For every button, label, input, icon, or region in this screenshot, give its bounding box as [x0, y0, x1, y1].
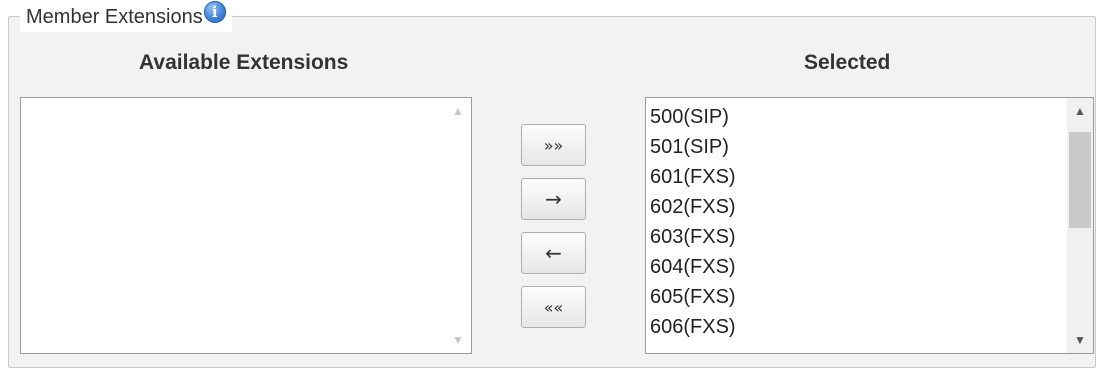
list-item[interactable]: 605(FXS): [650, 282, 736, 312]
list-item[interactable]: 501(SIP): [650, 132, 736, 162]
available-extensions-listbox[interactable]: ▲ ▼: [20, 97, 472, 354]
list-item[interactable]: 602(FXS): [650, 192, 736, 222]
add-selected-button[interactable]: →: [521, 178, 586, 220]
scroll-thumb[interactable]: [1069, 132, 1091, 228]
remove-all-button[interactable]: ««: [521, 286, 586, 328]
available-extensions-title: Available Extensions: [139, 51, 349, 74]
selected-title: Selected: [804, 51, 891, 74]
selected-options: 500(SIP) 501(SIP) 601(FXS) 602(FXS) 603(…: [650, 102, 736, 342]
list-item[interactable]: 606(FXS): [650, 312, 736, 342]
scroll-up-icon[interactable]: ▲: [1067, 100, 1093, 122]
scroll-down-icon[interactable]: ▼: [1067, 329, 1093, 351]
list-item[interactable]: 603(FXS): [650, 222, 736, 252]
list-item[interactable]: 601(FXS): [650, 162, 736, 192]
available-scrollbar[interactable]: ▲ ▼: [445, 98, 471, 353]
list-item[interactable]: 500(SIP): [650, 102, 736, 132]
remove-selected-button[interactable]: ←: [521, 232, 586, 274]
scroll-down-icon[interactable]: ▼: [445, 329, 471, 351]
member-extensions-legend: Member Extensions i: [20, 1, 232, 32]
legend-label: Member Extensions: [26, 5, 203, 28]
selected-scrollbar[interactable]: ▲ ▼: [1067, 98, 1093, 353]
info-icon[interactable]: i: [203, 1, 226, 23]
list-item[interactable]: 604(FXS): [650, 252, 736, 282]
add-all-button[interactable]: »»: [521, 124, 586, 166]
scroll-up-icon[interactable]: ▲: [445, 100, 471, 122]
selected-extensions-listbox[interactable]: 500(SIP) 501(SIP) 601(FXS) 602(FXS) 603(…: [645, 97, 1094, 354]
